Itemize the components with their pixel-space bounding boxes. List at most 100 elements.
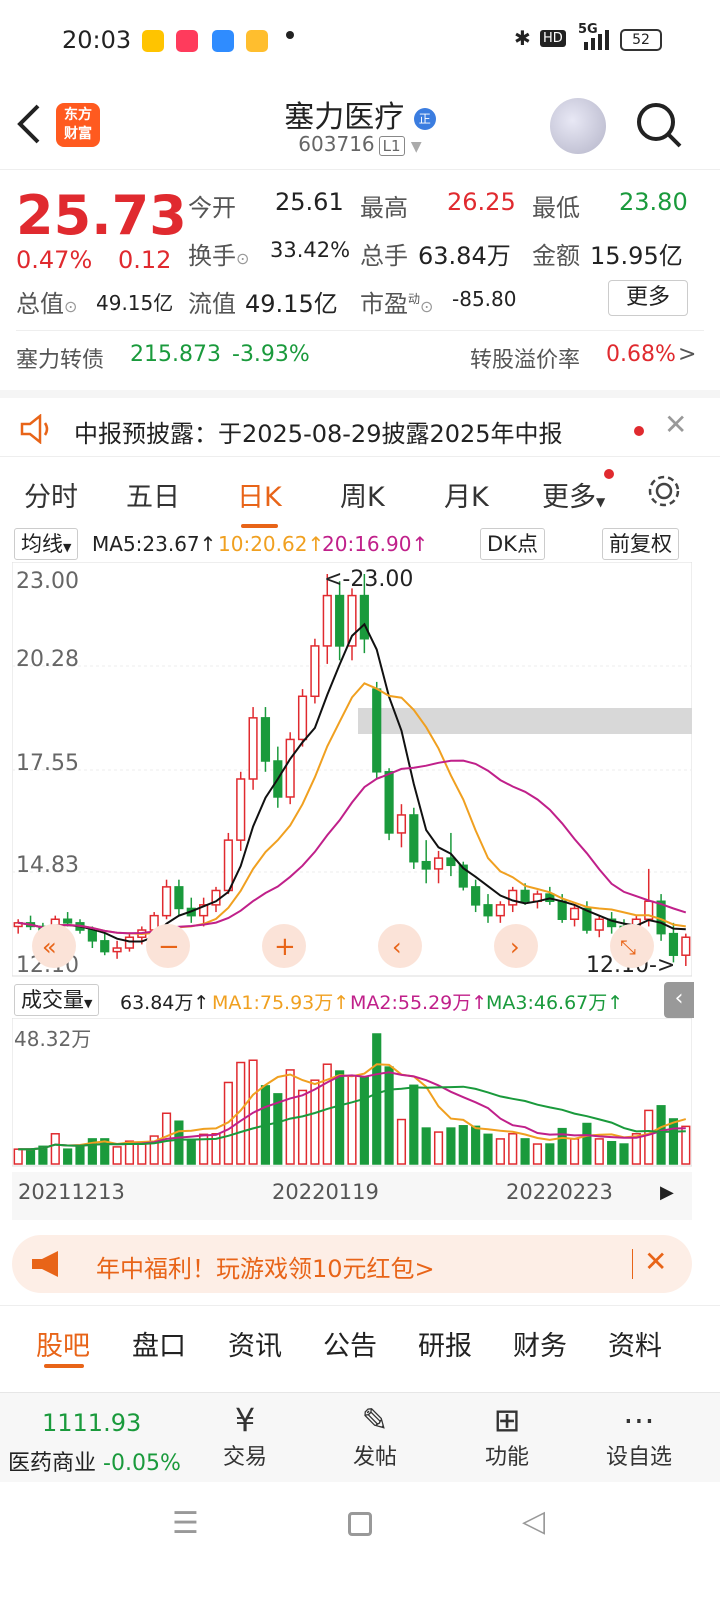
tab-intraday[interactable]: 分时	[24, 475, 78, 514]
candle	[236, 778, 246, 841]
notice-bar[interactable]: 中报预披露：于2025-08-29披露2025年中报 ✕	[0, 390, 720, 456]
volume-bar	[310, 1079, 320, 1165]
volume-bar	[396, 1118, 407, 1165]
tab-news[interactable]: 资讯	[228, 1324, 282, 1363]
convertible-name[interactable]: 塞力转债	[16, 342, 104, 374]
chart-tabs: 分时 五日 日K 周K 月K 更多▼	[0, 456, 720, 528]
battery-level: 52	[632, 32, 650, 48]
pe-label-text: 市盈	[360, 290, 408, 318]
volume-selector[interactable]: 成交量▼	[14, 984, 100, 1016]
promo-text: 年中福利！玩游戏领10元红包>	[96, 1255, 435, 1283]
menu-icon[interactable]: ☰	[172, 1506, 199, 1541]
caret-down-icon: ▼	[596, 495, 606, 509]
dk-button[interactable]: DK点	[480, 528, 545, 560]
info-icon[interactable]: ⊙	[64, 297, 77, 316]
megaphone-icon	[32, 1251, 58, 1277]
tab-guba[interactable]: 股吧	[36, 1324, 90, 1363]
tab-profile[interactable]: 资料	[608, 1324, 662, 1363]
vol-ma1-value: MA1:75.93万	[212, 992, 334, 1014]
volume-bar	[446, 1127, 456, 1165]
back-nav-icon[interactable]: ◁	[522, 1504, 545, 1539]
more-button[interactable]: 更多	[608, 280, 688, 316]
pe-label: 市盈动⊙	[360, 284, 433, 319]
ma20-value: 20:16.90	[322, 532, 412, 556]
premium-value: 0.68%	[606, 342, 676, 367]
info-icon[interactable]: ⊙	[420, 297, 433, 316]
volume-bar	[520, 1138, 530, 1165]
volume-bar: 成交量▼ 63.84万↑ MA1:75.93万↑ MA2:55.29万↑ MA3…	[0, 982, 720, 1018]
candle	[508, 889, 518, 906]
candle	[87, 929, 97, 942]
tab-announcements[interactable]: 公告	[323, 1324, 377, 1363]
amount-label: 金额	[532, 242, 580, 270]
signal-icon	[584, 30, 609, 50]
settings-gear-icon[interactable]	[646, 473, 682, 509]
tab-research[interactable]: 研报	[418, 1324, 472, 1363]
search-icon[interactable]	[634, 100, 684, 150]
amount-value: 15.95亿	[590, 242, 683, 270]
ma-bar: 均线▼ MA5:23.67↑ 10:20.62↑ 20:16.90↑ DK点 前…	[0, 526, 720, 562]
kline-chart[interactable]: 23.00 20.28 17.55 14.83 12.10 <-23.00 12…	[12, 562, 692, 978]
chevron-right-icon[interactable]: >	[678, 342, 696, 367]
clock: 20:03	[62, 26, 132, 54]
tab-5day[interactable]: 五日	[126, 475, 180, 514]
battery-icon: 52	[620, 29, 662, 51]
vol-today: 63.84万↑	[120, 992, 210, 1014]
functions-label: 功能	[484, 1445, 529, 1470]
candle	[100, 940, 110, 953]
header: 东方 财富 塞力医疗 正 603716 L1 ▼	[0, 80, 720, 170]
volume-bar	[63, 1148, 73, 1165]
quote-panel: 25.73 0.47% 0.12 今开 25.61 最高 26.25 最低 23…	[0, 172, 720, 387]
post-button[interactable]: ✎ 发帖	[330, 1401, 420, 1471]
trade-button[interactable]: ¥ 交易	[200, 1401, 290, 1471]
adjust-button[interactable]: 前复权	[602, 528, 679, 560]
play-icon[interactable]: ▶	[660, 1182, 674, 1203]
convertible-pct: -3.93%	[232, 342, 310, 367]
volume-bar	[25, 1148, 36, 1165]
tab-monthly-k[interactable]: 月K	[444, 475, 489, 514]
volume-bar	[335, 1070, 345, 1165]
app-icon	[212, 30, 234, 52]
stock-code[interactable]: 603716 L1 ▼	[0, 132, 720, 156]
date-label: 20211213	[18, 1180, 125, 1204]
index-info[interactable]: 医药商业 -0.05%	[8, 1445, 181, 1477]
high-marker: <-23.00	[324, 567, 413, 592]
tab-weekly-k[interactable]: 周K	[340, 475, 385, 514]
vol-max-label: 48.32万	[14, 1027, 91, 1051]
turnover-value: 33.42%	[270, 238, 351, 262]
robot-avatar[interactable]	[550, 98, 606, 154]
home-icon[interactable]	[348, 1512, 372, 1536]
info-icon[interactable]: ⊙	[236, 249, 249, 268]
caret-down-icon: ▼	[84, 997, 93, 1010]
pe-sup: 动	[408, 292, 421, 306]
volume-bar	[112, 1146, 122, 1165]
volume-bar	[433, 1131, 444, 1165]
tab-financials[interactable]: 财务	[513, 1324, 567, 1363]
candle	[223, 839, 233, 892]
stock-title: 塞力医疗 正	[0, 92, 720, 136]
ma10-value: 10:20.62	[218, 532, 308, 556]
tab-pankou[interactable]: 盘口	[132, 1324, 186, 1363]
close-icon[interactable]: ✕	[664, 408, 687, 441]
index-value[interactable]: 1111.93	[42, 1409, 141, 1437]
close-icon[interactable]: ✕	[644, 1245, 667, 1278]
bottom-tabs: 股吧 盘口 资讯 公告 研报 财务 资料	[0, 1305, 720, 1371]
tab-indicator	[44, 1364, 84, 1368]
collapse-panel-button[interactable]: ‹	[664, 982, 694, 1018]
volume-bar	[619, 1143, 629, 1165]
volume-value: 63.84万	[418, 242, 511, 270]
add-watchlist-button[interactable]: ⋯ 设自选	[594, 1401, 684, 1471]
volume-bar	[359, 1076, 369, 1165]
volume-bar	[483, 1133, 493, 1165]
promo-banner[interactable]: 年中福利！玩游戏领10元红包> ✕	[12, 1235, 692, 1293]
ma-selector[interactable]: 均线▼	[14, 528, 79, 560]
functions-button[interactable]: ⊞ 功能	[462, 1401, 552, 1471]
watchlist-label: 设自选	[605, 1445, 672, 1470]
mktcap-value: 49.15亿	[96, 291, 174, 315]
tab-more[interactable]: 更多▼	[542, 475, 605, 514]
date-axis: 20211213 20220119 20220223 ▶	[12, 1172, 692, 1220]
volume-bar	[582, 1122, 592, 1165]
divider	[16, 330, 704, 331]
tab-daily-k[interactable]: 日K	[237, 475, 282, 528]
candle	[112, 947, 122, 953]
